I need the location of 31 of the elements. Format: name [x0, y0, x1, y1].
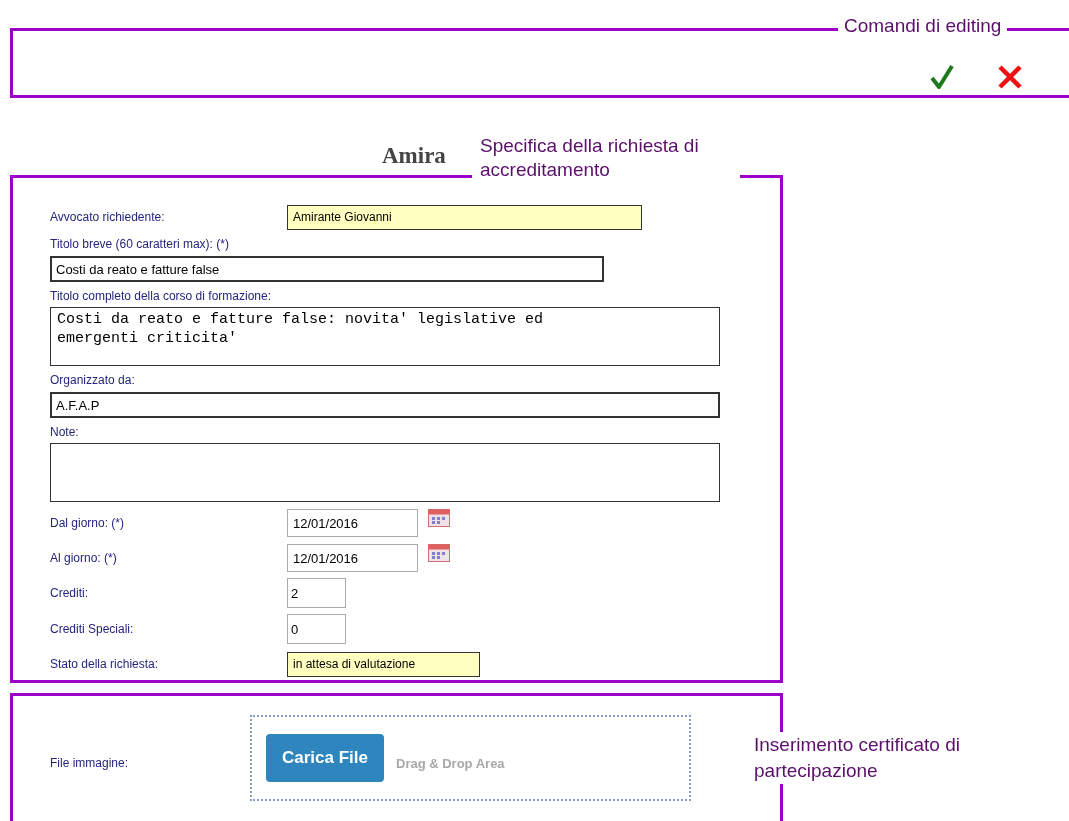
- input-field[interactable]: in attesa di valutazione: [287, 651, 480, 677]
- text-area[interactable]: [50, 443, 720, 502]
- number-field[interactable]: 0: [287, 614, 346, 644]
- input-field[interactable]: A.F.A.P: [50, 392, 720, 418]
- check-icon: [930, 64, 954, 90]
- date-field[interactable]: 12/01/2016: [287, 509, 418, 537]
- page-heading: Amira: [382, 143, 446, 168]
- calendar-icon[interactable]: [428, 509, 450, 527]
- input-field[interactable]: Costi da reato e fatture false: [50, 256, 604, 282]
- field-label: Al giorno: (*): [50, 550, 118, 567]
- field-label: Note:: [50, 424, 80, 440]
- drop-zone[interactable]: Carica File Drag & Drop Area: [250, 715, 691, 801]
- number-field[interactable]: 2: [287, 578, 346, 608]
- cancel-button[interactable]: [995, 63, 1025, 91]
- field-label: Titolo breve (60 caratteri max): (*): [50, 236, 230, 252]
- field-label: File immagine:: [50, 755, 130, 772]
- drop-hint: Drag & Drop Area: [396, 755, 505, 774]
- close-icon: [997, 64, 1023, 90]
- field-label: Stato della richiesta:: [50, 656, 160, 673]
- field-label: Organizzato da:: [50, 372, 136, 388]
- field-label: Avvocato richiedente:: [50, 209, 166, 226]
- input-field[interactable]: Amirante Giovanni: [287, 204, 642, 230]
- text-area[interactable]: Costi da reato e fatture false: novita' legislative ed emergenti criticita': [50, 307, 720, 366]
- field-label: Titolo completo della corso di formazione:: [50, 288, 272, 304]
- calendar-icon[interactable]: [428, 544, 450, 562]
- field-label: Dal giorno: (*): [50, 515, 126, 532]
- field-label: Crediti Speciali:: [50, 621, 135, 638]
- field-label: Crediti:: [50, 585, 89, 602]
- upload-button[interactable]: Carica File: [266, 734, 384, 782]
- confirm-button[interactable]: [929, 63, 955, 91]
- date-field[interactable]: 12/01/2016: [287, 544, 418, 572]
